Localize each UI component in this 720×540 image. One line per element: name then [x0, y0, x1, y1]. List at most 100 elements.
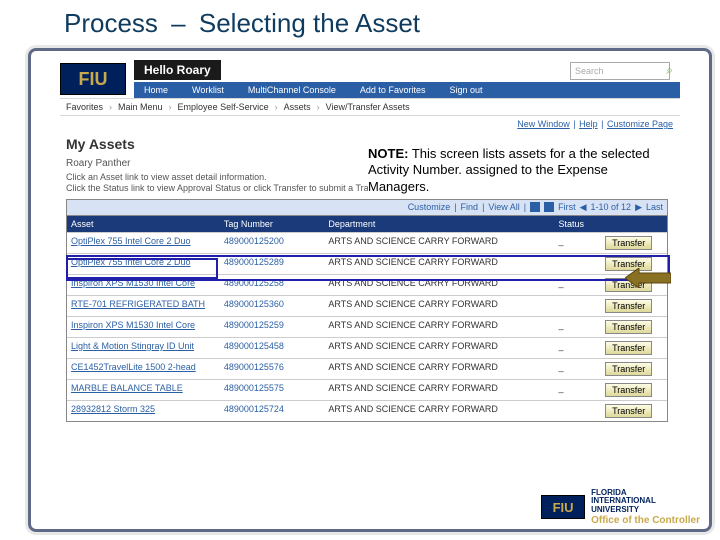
- col-tag: Tag Number: [220, 216, 325, 232]
- crumb-ess[interactable]: Employee Self-Service: [178, 102, 269, 112]
- right-links: New Window | Help | Customize Page: [60, 116, 680, 132]
- status-cell: _: [554, 275, 601, 295]
- asset-link[interactable]: OptiPlex 755 Intel Core 2 Duo: [67, 233, 220, 253]
- table-row: CE1452TravelLite 1500 2-head489000125576…: [67, 358, 667, 379]
- action-cell: Transfer: [601, 359, 667, 379]
- col-dept: Department: [324, 216, 554, 232]
- table-row: 28932812 Storm 325489000125724ARTS AND S…: [67, 400, 667, 421]
- link-customize[interactable]: Customize Page: [607, 119, 673, 129]
- dept-cell: ARTS AND SCIENCE CARRY FORWARD: [324, 233, 554, 253]
- pager-last[interactable]: Last: [646, 202, 663, 213]
- title-suffix: Selecting the Asset: [199, 8, 420, 38]
- col-status: Status: [554, 216, 601, 232]
- transfer-button[interactable]: Transfer: [605, 383, 652, 397]
- col-asset: Asset: [67, 216, 220, 232]
- dept-cell: ARTS AND SCIENCE CARRY FORWARD: [324, 338, 554, 358]
- top-nav: Home Worklist MultiChannel Console Add t…: [134, 82, 680, 98]
- table-head: Asset Tag Number Department Status: [67, 216, 667, 232]
- asset-link[interactable]: RTE-701 REFRIGERATED BATH: [67, 296, 220, 316]
- title-prefix: Process: [64, 8, 158, 38]
- search-placeholder: Search: [575, 66, 604, 76]
- tool-viewall[interactable]: View All: [488, 202, 519, 213]
- logo: FIU: [60, 63, 126, 95]
- tool-find[interactable]: Find: [461, 202, 479, 213]
- asset-link[interactable]: Inspiron XPS M1530 Intel Core: [67, 275, 220, 295]
- asset-link[interactable]: Inspiron XPS M1530 Intel Core: [67, 317, 220, 337]
- tag-cell: 489000125575: [220, 380, 325, 400]
- table-body: OptiPlex 755 Intel Core 2 Duo48900012520…: [67, 232, 667, 421]
- dept-cell: ARTS AND SCIENCE CARRY FORWARD: [324, 359, 554, 379]
- status-cell: _: [554, 338, 601, 358]
- table-row: RTE-701 REFRIGERATED BATH489000125360ART…: [67, 295, 667, 316]
- pager-first[interactable]: First: [558, 202, 576, 213]
- footer: FIU FLORIDA INTERNATIONAL UNIVERSITY Off…: [541, 489, 700, 526]
- action-cell: Transfer: [601, 296, 667, 316]
- crumb-favorites[interactable]: Favorites: [66, 102, 103, 112]
- asset-link[interactable]: OptiPlex 755 Intel Core 2 Duo: [67, 254, 220, 274]
- footer-office: Office of the Controller: [591, 515, 700, 526]
- asset-link[interactable]: MARBLE BALANCE TABLE: [67, 380, 220, 400]
- dept-cell: ARTS AND SCIENCE CARRY FORWARD: [324, 296, 554, 316]
- pager-prev-icon[interactable]: ◀: [580, 202, 587, 213]
- dept-cell: ARTS AND SCIENCE CARRY FORWARD: [324, 401, 554, 421]
- transfer-button[interactable]: Transfer: [605, 362, 652, 376]
- status-cell: [554, 254, 601, 274]
- asset-link[interactable]: Light & Motion Stingray ID Unit: [67, 338, 220, 358]
- action-cell: Transfer: [601, 380, 667, 400]
- crumb-assets[interactable]: Assets: [284, 102, 311, 112]
- hello-user: Hello Roary: [134, 60, 221, 80]
- transfer-button[interactable]: Transfer: [605, 236, 652, 250]
- link-new-window[interactable]: New Window: [517, 119, 570, 129]
- tag-cell: 489000125724: [220, 401, 325, 421]
- dept-cell: ARTS AND SCIENCE CARRY FORWARD: [324, 254, 554, 274]
- table-row: Inspiron XPS M1530 Intel Core48900012525…: [67, 274, 667, 295]
- asset-link[interactable]: 28932812 Storm 325: [67, 401, 220, 421]
- table-toolbar: Customize | Find | View All | First ◀ 1-…: [67, 200, 667, 216]
- transfer-button[interactable]: Transfer: [605, 299, 652, 313]
- footer-text: FLORIDA INTERNATIONAL UNIVERSITY Office …: [591, 489, 700, 526]
- nav-console[interactable]: MultiChannel Console: [248, 85, 336, 95]
- action-cell: Transfer: [601, 401, 667, 421]
- tag-cell: 489000125259: [220, 317, 325, 337]
- pager-next-icon[interactable]: ▶: [635, 202, 642, 213]
- note-text: This screen lists assets for a the selec…: [368, 146, 650, 194]
- table-row: Inspiron XPS M1530 Intel Core48900012525…: [67, 316, 667, 337]
- asset-link[interactable]: CE1452TravelLite 1500 2-head: [67, 359, 220, 379]
- nav-home[interactable]: Home: [144, 85, 168, 95]
- download-icon[interactable]: [544, 202, 554, 212]
- status-cell: [554, 296, 601, 316]
- crumb-main[interactable]: Main Menu: [118, 102, 163, 112]
- footer-logo: FIU: [541, 495, 585, 519]
- note-annotation: NOTE: This screen lists assets for a the…: [368, 146, 668, 195]
- tag-cell: 489000125200: [220, 233, 325, 253]
- dept-cell: ARTS AND SCIENCE CARRY FORWARD: [324, 380, 554, 400]
- crumb-view[interactable]: View/Transfer Assets: [326, 102, 410, 112]
- col-action: [601, 216, 667, 232]
- status-cell: _: [554, 359, 601, 379]
- transfer-button[interactable]: Transfer: [605, 404, 652, 418]
- action-cell: Transfer: [601, 338, 667, 358]
- screenshot-app: Search ⌕ FIU Hello Roary Home Worklist M…: [60, 60, 680, 422]
- table-row: OptiPlex 755 Intel Core 2 Duo48900012528…: [67, 253, 667, 274]
- search-icon[interactable]: ⌕: [666, 63, 673, 78]
- tag-cell: 489000125458: [220, 338, 325, 358]
- transfer-button[interactable]: Transfer: [605, 341, 652, 355]
- table-row: MARBLE BALANCE TABLE489000125575ARTS AND…: [67, 379, 667, 400]
- tag-cell: 489000125258: [220, 275, 325, 295]
- search-input[interactable]: Search ⌕: [570, 62, 670, 80]
- transfer-button[interactable]: Transfer: [605, 320, 652, 334]
- tag-cell: 489000125289: [220, 254, 325, 274]
- link-help[interactable]: Help: [579, 119, 598, 129]
- status-cell: _: [554, 380, 601, 400]
- nav-favorites[interactable]: Add to Favorites: [360, 85, 426, 95]
- tag-cell: 489000125360: [220, 296, 325, 316]
- title-dash: –: [171, 8, 185, 38]
- status-cell: _: [554, 233, 601, 253]
- arrow-annotation: [625, 268, 671, 288]
- dept-cell: ARTS AND SCIENCE CARRY FORWARD: [324, 317, 554, 337]
- zoom-icon[interactable]: [530, 202, 540, 212]
- tool-customize[interactable]: Customize: [408, 202, 451, 213]
- nav-worklist[interactable]: Worklist: [192, 85, 224, 95]
- nav-signout[interactable]: Sign out: [449, 85, 482, 95]
- action-cell: Transfer: [601, 233, 667, 253]
